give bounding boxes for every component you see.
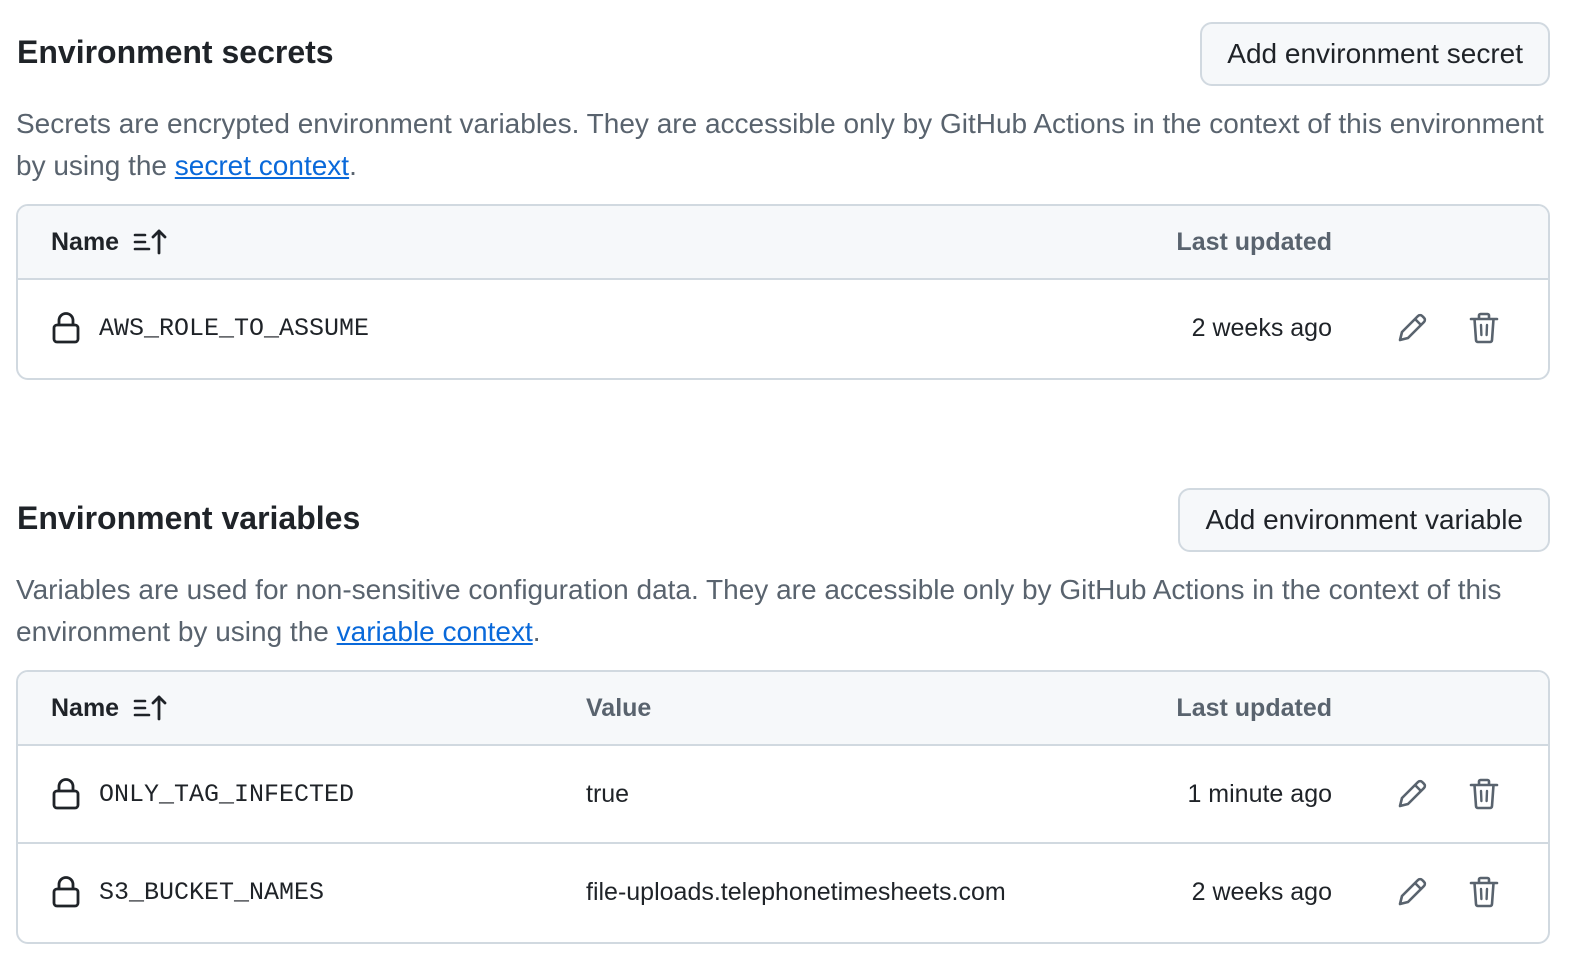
secret-name-cell: AWS_ROLE_TO_ASSUME: [51, 280, 369, 376]
variables-name-column-header[interactable]: Name: [51, 672, 169, 744]
add-environment-secret-button[interactable]: Add environment secret: [1200, 22, 1550, 86]
sort-ascending-icon[interactable]: [133, 227, 169, 257]
variable-name-cell: S3_BUCKET_NAMES: [51, 844, 324, 940]
add-environment-variable-button[interactable]: Add environment variable: [1178, 488, 1550, 552]
edit-variable-button[interactable]: [1392, 872, 1432, 912]
lock-icon: [52, 876, 80, 908]
pencil-icon: [1398, 779, 1427, 808]
variable-last-updated: 1 minute ago: [1187, 780, 1332, 808]
variables-value-column-header: Value: [586, 694, 652, 722]
sort-ascending-icon[interactable]: [133, 693, 169, 723]
lock-icon: [52, 312, 80, 344]
table-row: ONLY_TAG_INFECTED true 1 minute ago: [18, 746, 1548, 844]
table-row: AWS_ROLE_TO_ASSUME 2 weeks ago: [18, 280, 1548, 378]
table-row: S3_BUCKET_NAMES file-uploads.telephoneti…: [18, 844, 1548, 942]
variable-value: true: [586, 780, 630, 808]
variable-name: S3_BUCKET_NAMES: [99, 877, 325, 907]
variables-description-suffix: .: [532, 616, 541, 647]
variables-last-updated-column-header: Last updated: [1176, 694, 1332, 722]
lock-icon: [52, 778, 80, 810]
variable-name-cell: ONLY_TAG_INFECTED: [51, 746, 354, 842]
secrets-title: Environment secrets: [17, 34, 334, 70]
delete-variable-button[interactable]: [1464, 872, 1504, 912]
edit-secret-button[interactable]: [1392, 308, 1432, 348]
secrets-description: Secrets are encrypted environment variab…: [16, 103, 1550, 187]
variable-name: ONLY_TAG_INFECTED: [99, 779, 355, 809]
secret-last-updated: 2 weeks ago: [1191, 314, 1332, 342]
secrets-name-column-label: Name: [51, 228, 120, 256]
pencil-icon: [1398, 313, 1427, 342]
secrets-description-suffix: .: [349, 150, 357, 181]
delete-secret-button[interactable]: [1464, 308, 1504, 348]
trash-icon: [1469, 312, 1499, 344]
environment-secrets-section: Environment secrets Add environment secr…: [16, 22, 1550, 380]
trash-icon: [1469, 778, 1499, 810]
variable-context-link[interactable]: variable context: [337, 616, 533, 647]
delete-variable-button[interactable]: [1464, 774, 1504, 814]
variables-description-text: Variables are used for non-sensitive con…: [16, 574, 1502, 647]
variables-table-header: Name Value Last updated: [18, 672, 1548, 746]
variables-table: Name Value Last updated ONLY_TAG_INFECTE…: [16, 670, 1550, 944]
edit-variable-button[interactable]: [1392, 774, 1432, 814]
variable-value: file-uploads.telephonetimesheets.com: [586, 878, 1006, 906]
variables-title: Environment variables: [17, 500, 361, 536]
secret-context-link[interactable]: secret context: [175, 150, 349, 181]
secrets-table-header: Name Last updated: [18, 206, 1548, 280]
secrets-name-column-header[interactable]: Name: [51, 206, 169, 278]
secrets-last-updated-column-header: Last updated: [1176, 228, 1332, 256]
trash-icon: [1469, 876, 1499, 908]
pencil-icon: [1398, 877, 1427, 906]
secrets-header: Environment secrets Add environment secr…: [16, 22, 1550, 86]
variables-description: Variables are used for non-sensitive con…: [16, 569, 1550, 653]
variable-last-updated: 2 weeks ago: [1191, 878, 1332, 906]
environment-variables-section: Environment variables Add environment va…: [16, 488, 1550, 944]
variables-header: Environment variables Add environment va…: [16, 488, 1550, 552]
secret-name: AWS_ROLE_TO_ASSUME: [99, 313, 370, 343]
secrets-table: Name Last updated AWS_ROLE_TO_ASSUME 2 w…: [16, 204, 1550, 380]
variables-name-column-label: Name: [51, 694, 120, 722]
